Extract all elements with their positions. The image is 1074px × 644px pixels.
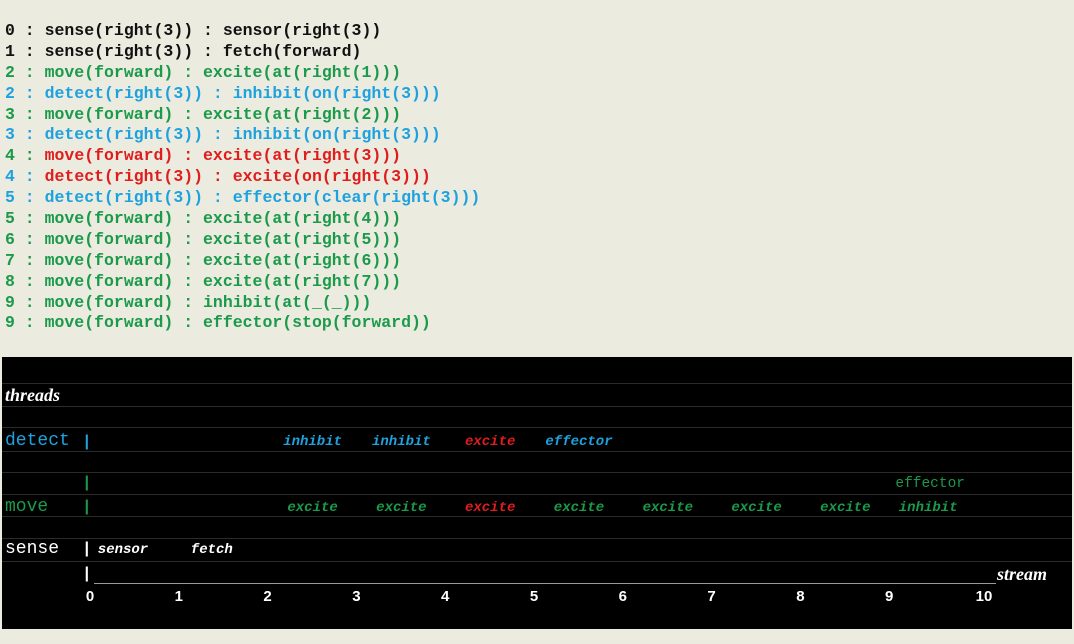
move-thread-marker-upper: | <box>82 474 92 492</box>
trace-log: 0 : sense(right(3)) : sensor(right(3)) 1 … <box>5 21 480 334</box>
stream-tick-label: 2 <box>263 588 272 605</box>
stream-tick-label: 5 <box>529 588 539 605</box>
event-excite: excite <box>553 500 605 516</box>
event-inhibit: inhibit <box>898 500 958 516</box>
stream-tick-label: 3 <box>352 588 361 605</box>
detect-thread-marker: | <box>82 433 92 451</box>
row-divider <box>2 516 1072 517</box>
event-excite: excite <box>376 500 427 516</box>
event-sensor: sensor <box>97 542 149 558</box>
trace-line: 6 : move(forward) : excite(at(right(5))) <box>5 229 402 249</box>
threads-label: threads <box>5 385 61 405</box>
stream-tick-label: 10 <box>975 588 993 605</box>
event-effector: effector <box>895 476 965 492</box>
trace-line-prefix: 4 : <box>5 146 45 166</box>
trace-line: 2 : detect(right(3)) : inhibit(on(right(… <box>5 83 441 103</box>
trace-line: 0 : sense(right(3)) : sensor(right(3)) <box>5 21 382 40</box>
trace-line: 8 : move(forward) : excite(at(right(7))) <box>5 271 402 291</box>
trace-line: 3 : detect(right(3)) : inhibit(on(right(… <box>5 125 441 145</box>
stream-tick-label: 6 <box>618 588 627 605</box>
event-inhibit: inhibit <box>283 434 342 450</box>
event-excite: excite <box>464 434 516 450</box>
row-divider <box>2 561 1072 562</box>
trace-line: 9 : move(forward) : effector(stop(forwar… <box>5 313 431 333</box>
trace-line-text: detect(right(3)) : excite(on(right(3))) <box>44 167 431 187</box>
stream-tick-label: 9 <box>885 588 894 605</box>
trace-line: 4 : move(forward) : excite(at(right(3))) <box>5 146 480 167</box>
event-fetch: fetch <box>190 542 233 558</box>
thread-label-sense: sense <box>5 539 60 559</box>
stream-tick-label: 8 <box>796 588 805 605</box>
stream-tick-label: 4 <box>441 588 450 605</box>
stream-axis-origin-marker: | <box>82 565 92 583</box>
stream-tick-label: 0 <box>85 588 95 605</box>
stream-label: stream <box>997 564 1048 584</box>
stream-axis-line <box>94 583 996 584</box>
row-divider <box>2 383 1072 384</box>
trace-line: 1 : sense(right(3)) : fetch(forward) <box>5 41 362 61</box>
trace-line-text: move(forward) : excite(at(right(3))) <box>44 146 402 166</box>
thread-label-move: move <box>5 497 49 517</box>
event-effector: effector <box>545 434 613 450</box>
trace-line: 9 : move(forward) : inhibit(at(_(_))) <box>5 292 372 312</box>
row-divider <box>2 538 1072 539</box>
trace-line: 5 : move(forward) : excite(at(right(4))) <box>5 209 402 229</box>
trace-line: 4 : detect(right(3)) : excite(on(right(3… <box>5 167 480 188</box>
trace-line: 3 : move(forward) : excite(at(right(2))) <box>5 104 402 124</box>
event-excite: excite <box>464 500 516 516</box>
sense-thread-marker: | <box>82 540 92 558</box>
row-divider <box>2 451 1072 452</box>
event-excite: excite <box>287 500 338 516</box>
event-excite: excite <box>731 500 782 516</box>
thread-stream-diagram: threads detect | | move | sense | | stre… <box>2 357 1072 629</box>
trace-line: 2 : move(forward) : excite(at(right(1))) <box>5 62 402 82</box>
stream-tick-label: 1 <box>174 588 183 605</box>
trace-line: 7 : move(forward) : excite(at(right(6))) <box>5 250 402 270</box>
trace-line-prefix: 4 : <box>5 167 45 187</box>
event-excite: excite <box>642 500 694 516</box>
stream-tick-label: 7 <box>707 588 716 605</box>
event-excite: excite <box>820 500 871 516</box>
trace-line: 5 : detect(right(3)) : effector(clear(ri… <box>5 188 481 208</box>
row-divider <box>2 494 1072 495</box>
row-divider <box>2 406 1072 407</box>
event-inhibit: inhibit <box>371 434 431 450</box>
thread-label-detect: detect <box>5 431 70 451</box>
move-thread-marker: | <box>82 498 92 516</box>
row-divider <box>2 472 1072 473</box>
row-divider <box>2 427 1072 428</box>
